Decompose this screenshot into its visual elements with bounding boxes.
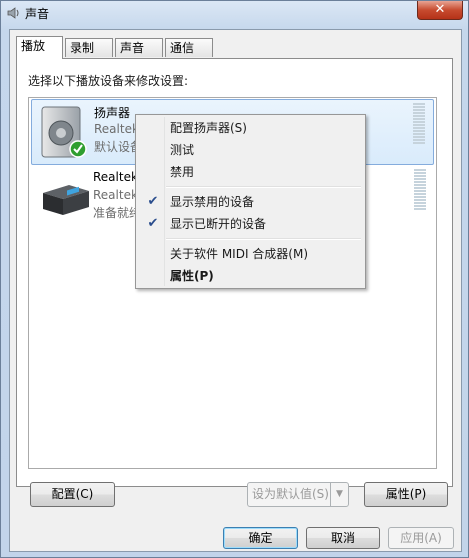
instruction-text: 选择以下播放设备来修改设置: [28, 74, 189, 88]
title-bar[interactable]: 声音 ✕ [1, 1, 468, 25]
device-name: 扬声器 [94, 106, 131, 120]
window-title: 声音 [25, 7, 50, 21]
tab-sounds[interactable]: 声音 [115, 38, 163, 57]
receiver-icon [43, 185, 89, 215]
menu-item-properties[interactable]: 属性(P) [138, 265, 363, 287]
menu-separator [166, 238, 361, 240]
menu-item-configure-speakers[interactable]: 配置扬声器(S) [138, 117, 363, 139]
ok-button[interactable]: 确定 [223, 527, 298, 549]
sound-dialog-window: 声音 ✕ 播放 录制 声音 通信 选择以下播放设备来修改设置: 扬声器 Real… [0, 0, 469, 558]
menu-item-label: 禁用 [170, 165, 195, 179]
tab-playback[interactable]: 播放 [16, 36, 63, 59]
device-driver: Realtek [93, 188, 138, 202]
menu-item-test[interactable]: 测试 [138, 139, 363, 161]
menu-item-disable[interactable]: 禁用 [138, 161, 363, 183]
volume-meter [414, 169, 426, 211]
properties-button[interactable]: 属性(P) [364, 482, 448, 507]
menu-item-show-disabled[interactable]: ✔ 显示禁用的设备 [138, 191, 363, 213]
configure-button[interactable]: 配置(C) [30, 482, 115, 507]
menu-item-label: 显示禁用的设备 [170, 195, 255, 209]
device-context-menu: 配置扬声器(S) 测试 禁用 ✔ 显示禁用的设备 ✔ 显示已断开的设备 关于软件… [135, 114, 366, 289]
menu-separator [166, 186, 361, 188]
chevron-down-icon[interactable]: ▼ [330, 483, 348, 506]
cancel-button[interactable]: 取消 [306, 527, 380, 549]
checkmark-icon: ✔ [147, 194, 159, 209]
apply-button[interactable]: 应用(A) [388, 527, 454, 549]
checkmark-icon: ✔ [147, 216, 159, 231]
device-status: 准备就绪 [93, 206, 142, 220]
menu-item-label: 属性(P) [170, 269, 214, 283]
speaker-icon [41, 106, 87, 158]
menu-item-label: 测试 [170, 143, 195, 157]
tab-communications[interactable]: 通信 [165, 38, 213, 57]
tab-recording[interactable]: 录制 [65, 38, 113, 57]
menu-item-label: 配置扬声器(S) [170, 121, 247, 135]
dialog-client-area: 播放 录制 声音 通信 选择以下播放设备来修改设置: 扬声器 Realtek 默… [9, 29, 462, 552]
device-name: Realtek [93, 170, 138, 184]
speaker-title-icon [7, 7, 19, 19]
volume-meter [413, 103, 425, 145]
menu-item-about-midi[interactable]: 关于软件 MIDI 合成器(M) [138, 243, 363, 265]
set-default-button[interactable]: 设为默认值(S) ▼ [247, 482, 349, 507]
menu-item-label: 关于软件 MIDI 合成器(M) [170, 247, 309, 261]
menu-item-label: 显示已断开的设备 [170, 217, 267, 231]
menu-item-show-disconnected[interactable]: ✔ 显示已断开的设备 [138, 213, 363, 235]
close-button[interactable]: ✕ [417, 1, 463, 20]
set-default-label: 设为默认值(S) [252, 487, 329, 501]
device-driver: Realtek [94, 122, 139, 136]
